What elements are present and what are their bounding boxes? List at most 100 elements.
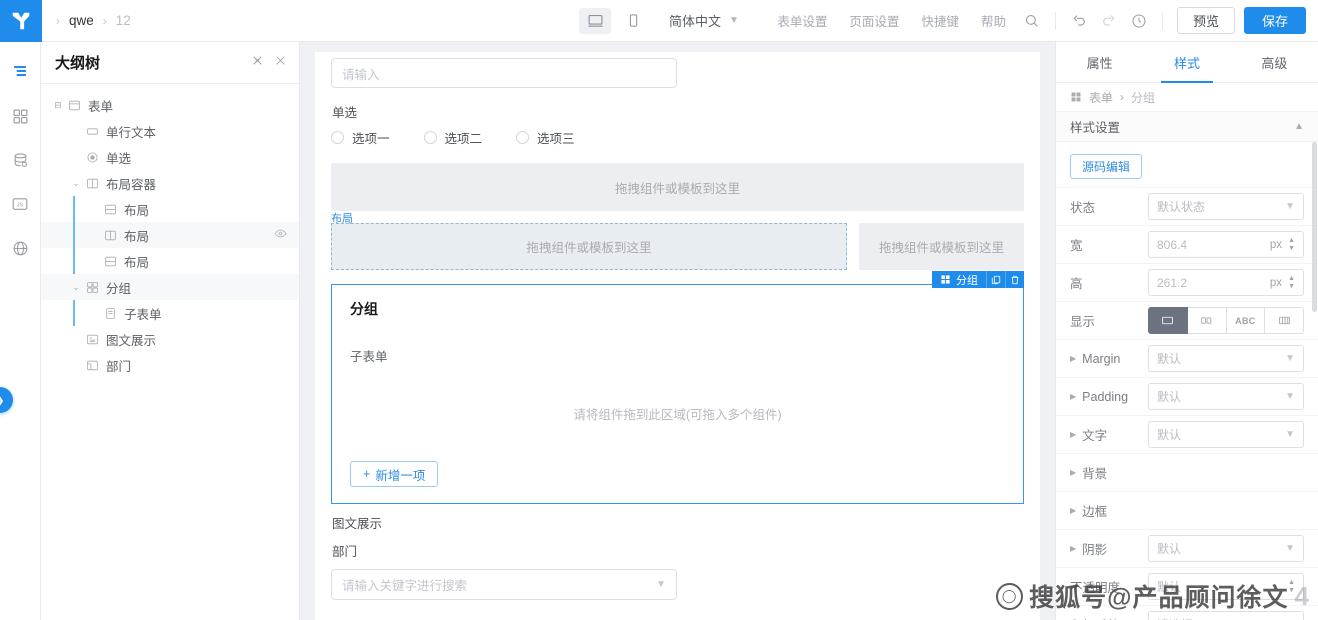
property-label-wrap[interactable]: ▶ 背景 (1070, 463, 1148, 482)
tree-item-布局[interactable]: 布局 (41, 222, 299, 248)
tree-item-label: 布局 (124, 203, 150, 218)
stepper-down-icon[interactable]: ▼ (1288, 587, 1295, 594)
redo-button[interactable] (1094, 6, 1124, 36)
canvas-scroll-area[interactable]: 请输入 单选 选项一 选项二 选项三 拖拽组件或模板到这里 布局 拖拽组件或模板到这… (300, 42, 1055, 620)
form-settings-link[interactable]: 表单设置 (766, 11, 838, 30)
close-panel-button[interactable] (274, 54, 287, 72)
property-breadcrumb-root[interactable]: 表单 (1089, 89, 1113, 106)
add-item-button[interactable]: + 新增一项 (350, 461, 439, 487)
undo-button[interactable] (1064, 6, 1094, 36)
mobile-view-button[interactable] (617, 8, 649, 34)
property-row-背景: ▶ 背景 (1056, 453, 1318, 491)
tree-item-分组[interactable]: ⌄ 分组 (41, 274, 299, 300)
property-control-Padding[interactable]: 默认 ▼ (1148, 383, 1304, 410)
desktop-view-button[interactable] (579, 7, 612, 34)
property-label-wrap[interactable]: ▶ 阴影 (1070, 539, 1148, 558)
display-segment-flex-icon[interactable] (1265, 307, 1304, 334)
panel-collapse-handle[interactable]: ❯ (0, 387, 13, 413)
breadcrumb-item-project[interactable]: qwe (69, 13, 94, 28)
property-label: 宽 (1070, 239, 1083, 253)
tab-高级[interactable]: 高级 (1231, 42, 1318, 82)
text-input-placeholder: 请输入 (342, 67, 380, 82)
tree-item-布局[interactable]: 布局 (41, 248, 299, 274)
source-edit-button[interactable]: 源码编辑 (1070, 154, 1143, 179)
preview-button[interactable]: 预览 (1176, 7, 1235, 34)
radio-option-2[interactable]: 选项二 (423, 128, 482, 147)
property-control-宽[interactable]: 806.4 px ▲ ▼ (1148, 231, 1304, 258)
subform-dropzone[interactable]: 请将组件拖到此区域(可拖入多个组件) (350, 371, 1005, 461)
tree-item-布局容器[interactable]: ⌄ 布局容器 (41, 170, 299, 196)
property-control-Margin[interactable]: 默认 ▼ (1148, 345, 1304, 372)
app-logo[interactable] (0, 0, 42, 42)
property-control-鼠标手势[interactable]: 请选择▼ (1148, 611, 1304, 620)
display-segment-ABC[interactable]: ABC (1226, 307, 1266, 334)
property-label-wrap[interactable]: ▶ Padding (1070, 390, 1148, 404)
tree-item-图文展示[interactable]: 图文展示 (41, 326, 299, 352)
property-label-wrap[interactable]: ▶ Margin (1070, 352, 1148, 366)
form-canvas[interactable]: 请输入 单选 选项一 选项二 选项三 拖拽组件或模板到这里 布局 拖拽组件或模板到这… (315, 52, 1040, 620)
breadcrumb-item-page[interactable]: 12 (116, 13, 131, 28)
single-line-text-input[interactable]: 请输入 (331, 58, 677, 88)
property-control-阴影[interactable]: 默认 ▼ (1148, 535, 1304, 562)
rail-item-global[interactable] (4, 230, 36, 266)
pin-button[interactable] (251, 54, 264, 72)
property-scrollbar[interactable] (1312, 142, 1317, 312)
radio-option-label: 选项一 (352, 132, 390, 146)
dropzone-layout-side[interactable]: 拖拽组件或模板到这里 (859, 223, 1024, 270)
stepper-up-icon[interactable]: ▲ (1288, 579, 1295, 586)
chevron-down-icon[interactable]: ⊟ (51, 100, 65, 111)
number-stepper[interactable]: ▲ ▼ (1288, 275, 1295, 290)
group-component-card[interactable]: 分组 子表单 请将组件拖到此区域(可拖入多个组件) + 新增一项 (331, 284, 1024, 504)
chevron-down-icon[interactable]: ⌄ (69, 282, 83, 293)
stepper-down-icon[interactable]: ▼ (1288, 245, 1295, 252)
property-control-状态[interactable]: 默认状态 ▼ (1148, 193, 1304, 220)
group-badge-label-button[interactable]: 分组 (932, 271, 986, 288)
property-control-文字[interactable]: 默认 ▼ (1148, 421, 1304, 448)
visibility-toggle-button[interactable] (274, 227, 287, 243)
layout-container[interactable]: 布局 拖拽组件或模板到这里 拖拽组件或模板到这里 分组 (331, 213, 1024, 288)
rail-item-outline[interactable] (4, 54, 36, 90)
department-select[interactable]: 请输入关键字进行搜索 ▼ (331, 569, 677, 600)
tree-item-单选[interactable]: 单选 (41, 144, 299, 170)
radio-option-1[interactable]: 选项一 (331, 128, 390, 147)
rail-item-js[interactable]: JS (4, 186, 36, 222)
tree-item-表单[interactable]: ⊟ 表单 (41, 92, 299, 118)
chevron-down-icon[interactable]: ⌄ (69, 178, 83, 189)
js-icon: JS (12, 198, 28, 210)
stepper-up-icon[interactable]: ▲ (1288, 237, 1295, 244)
rail-item-datasource[interactable] (4, 142, 36, 178)
property-control-高[interactable]: 261.2 px ▲ ▼ (1148, 269, 1304, 296)
save-button[interactable]: 保存 (1243, 7, 1306, 34)
tab-样式[interactable]: 样式 (1143, 42, 1230, 83)
style-settings-section-header[interactable]: 样式设置 ▲ (1056, 112, 1318, 142)
tree-item-子表单[interactable]: 子表单 (41, 300, 299, 326)
radio-option-3[interactable]: 选项三 (516, 128, 575, 147)
tree-item-部门[interactable]: 部门 (41, 352, 299, 378)
number-stepper[interactable]: ▲ ▼ (1288, 579, 1295, 594)
display-segment-inline-block-icon[interactable] (1187, 307, 1227, 334)
rail-item-components[interactable] (4, 98, 36, 134)
stepper-down-icon[interactable]: ▼ (1288, 283, 1295, 290)
tree-item-单行文本[interactable]: 单行文本 (41, 118, 299, 144)
group-delete-button[interactable] (1005, 271, 1024, 288)
divider (1161, 11, 1163, 30)
help-link[interactable]: 帮助 (970, 11, 1017, 30)
page-settings-link[interactable]: 页面设置 (838, 11, 910, 30)
property-label-wrap[interactable]: ▶ 文字 (1070, 425, 1148, 444)
display-segment-block-icon[interactable] (1148, 307, 1188, 334)
number-stepper[interactable]: ▲ ▼ (1288, 237, 1295, 252)
language-selector[interactable]: 简体中文 ▼ (669, 11, 739, 30)
history-button[interactable] (1124, 6, 1154, 36)
dropzone-top[interactable]: 拖拽组件或模板到这里 (331, 163, 1024, 211)
group-copy-button[interactable] (986, 271, 1005, 288)
radio-icon (86, 151, 98, 163)
property-control-不透明度[interactable]: 默认 ▲ ▼ (1148, 573, 1304, 600)
stepper-up-icon[interactable]: ▲ (1288, 275, 1295, 282)
search-button[interactable] (1017, 6, 1047, 36)
dropzone-layout-main[interactable]: 拖拽组件或模板到这里 (331, 223, 847, 270)
property-label-wrap[interactable]: ▶ 边框 (1070, 501, 1148, 520)
tab-属性[interactable]: 属性 (1056, 42, 1143, 82)
shortcuts-link[interactable]: 快捷键 (910, 11, 970, 30)
tree-item-label: 部门 (106, 359, 132, 374)
tree-item-布局[interactable]: 布局 (41, 196, 299, 222)
